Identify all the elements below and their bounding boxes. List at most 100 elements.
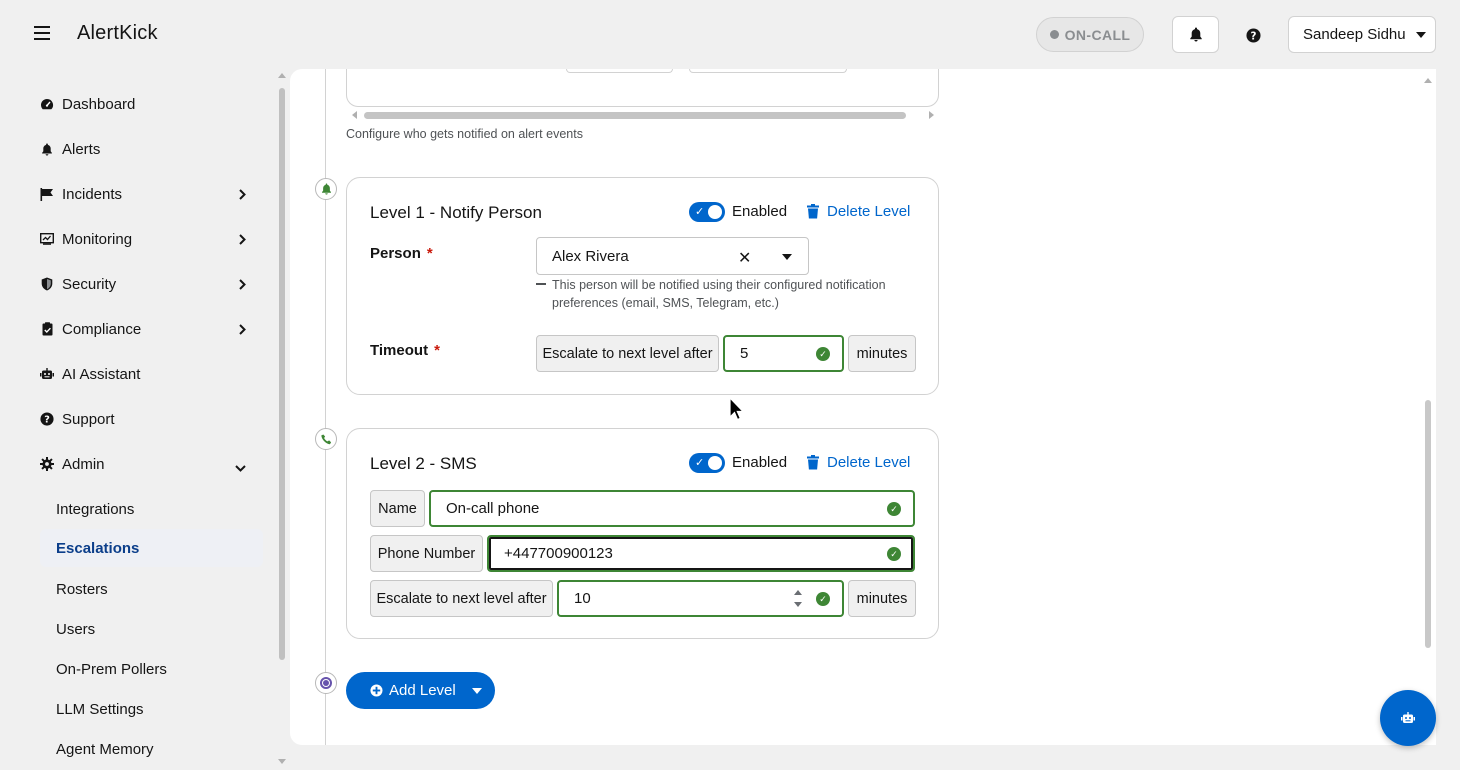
level-2-delete-button[interactable]: Delete Level (807, 454, 910, 471)
spin-down-icon[interactable] (794, 602, 802, 607)
flag-icon (40, 187, 54, 201)
oncall-status-badge[interactable]: ON-CALL (1036, 17, 1144, 52)
check-circle-icon: ✓ (887, 547, 901, 561)
robot-icon (1401, 712, 1415, 723)
chevron-down-icon (235, 459, 246, 476)
shield-icon (40, 277, 54, 291)
sidebar-item-monitoring[interactable]: Monitoring (40, 220, 264, 258)
horizontal-scrollbar-thumb[interactable] (364, 112, 906, 119)
check-icon: ✓ (695, 457, 705, 469)
sidebar-item-ai-assistant[interactable]: AI Assistant (40, 355, 264, 393)
name-input[interactable]: On-call phone ✓ (429, 490, 915, 527)
sidebar-subitem-integrations[interactable]: Integrations (40, 490, 263, 528)
plus-circle-icon (370, 684, 383, 697)
chevron-right-icon (239, 232, 246, 249)
level-1-delete-button[interactable]: Delete Level (807, 203, 910, 220)
hamburger-menu-icon[interactable] (34, 26, 50, 42)
level-1-title: Level 1 - Notify Person (370, 203, 542, 222)
level-1-enabled-label: Enabled (732, 203, 788, 220)
sidebar-item-dashboard[interactable]: Dashboard (40, 85, 264, 123)
level-2-card: Level 2 - SMS ✓ Enabled Delete Level Nam… (346, 428, 939, 639)
caret-down-icon[interactable] (782, 254, 792, 260)
escalate-minutes-input[interactable]: 10 ✓ (557, 580, 844, 617)
sidebar-scrollbar-thumb[interactable] (279, 88, 285, 660)
name-prefix-addon: Name (370, 490, 425, 527)
gear-icon (40, 457, 54, 471)
timeline-end-icon (315, 672, 337, 694)
bell-icon (1189, 27, 1202, 42)
user-menu-button[interactable]: Sandeep Sidhu (1288, 16, 1436, 53)
config-note: Configure who gets notified on alert eve… (346, 127, 583, 141)
monitor-icon (40, 232, 54, 246)
level-1-enabled-toggle[interactable]: ✓ (689, 202, 725, 222)
main-content: Configure who gets notified on alert eve… (290, 69, 1436, 745)
trash-icon (807, 455, 819, 470)
level-2-enabled-toggle[interactable]: ✓ (689, 453, 725, 473)
person-label: Person * (370, 245, 433, 262)
clipboard-check-icon (40, 322, 54, 336)
timeout-input-value: 5 (740, 345, 749, 362)
trash-icon (807, 204, 819, 219)
check-circle-icon: ✓ (887, 502, 901, 516)
scroll-left-arrow-icon[interactable] (352, 111, 357, 119)
ai-assistant-fab[interactable] (1380, 690, 1436, 746)
mouse-cursor-icon (729, 396, 745, 426)
sidebar-item-admin[interactable]: Admin (40, 445, 264, 483)
user-name: Sandeep Sidhu (1303, 26, 1406, 43)
escalate-prefix-addon: Escalate to next level after (370, 580, 553, 617)
check-circle-icon: ✓ (816, 592, 830, 606)
sidebar-subitem-llm-settings[interactable]: LLM Settings (40, 690, 263, 728)
phone-number-input[interactable]: +447700900123 ✓ (487, 535, 915, 572)
chevron-right-icon (239, 187, 246, 204)
scroll-right-arrow-icon[interactable] (929, 111, 934, 119)
sidebar-subitem-rosters[interactable]: Rosters (40, 570, 263, 608)
timeline-line (325, 69, 326, 745)
app-title: AlertKick (77, 22, 158, 44)
level-2-title: Level 2 - SMS (370, 454, 477, 473)
clear-icon[interactable]: ✕ (738, 248, 751, 268)
phone-number-value: +447700900123 (504, 545, 613, 562)
svg-text:?: ? (1250, 30, 1256, 42)
sidebar-item-support[interactable]: ? Support (40, 400, 264, 438)
sidebar-subitem-escalations[interactable]: Escalations (40, 529, 263, 567)
toggle-knob (708, 205, 722, 219)
check-icon: ✓ (695, 206, 705, 218)
scroll-up-arrow-icon[interactable] (278, 73, 286, 78)
scroll-up-arrow-icon[interactable] (1424, 78, 1432, 83)
person-select[interactable]: Alex Rivera ✕ (536, 237, 809, 275)
number-spinner[interactable] (794, 588, 802, 610)
main-scrollbar[interactable] (1420, 69, 1436, 745)
timeout-label: Timeout * (370, 342, 440, 359)
scroll-down-arrow-icon[interactable] (278, 759, 286, 764)
horizontal-scrollbar[interactable] (350, 109, 936, 121)
timeout-input[interactable]: 5 ✓ (723, 335, 844, 372)
caret-down-icon (471, 687, 482, 694)
sidebar-subitem-users[interactable]: Users (40, 610, 263, 648)
sidebar-scrollbar[interactable] (277, 69, 287, 770)
phone-prefix-addon: Phone Number (370, 535, 483, 572)
dash-icon (536, 283, 546, 285)
sidebar-item-alerts[interactable]: Alerts (40, 130, 264, 168)
sidebar-item-security[interactable]: Security (40, 265, 264, 303)
question-circle-icon: ? (1245, 27, 1261, 43)
app-header: AlertKick ON-CALL ? Sandeep Sidhu (0, 0, 1460, 69)
chevron-right-icon (239, 322, 246, 339)
oncall-label: ON-CALL (1064, 26, 1131, 43)
chevron-right-icon (239, 277, 246, 294)
name-input-value: On-call phone (446, 500, 540, 517)
toggle-knob (708, 456, 722, 470)
main-scrollbar-thumb[interactable] (1425, 400, 1431, 648)
add-level-button[interactable]: Add Level (346, 672, 495, 709)
sidebar-item-incidents[interactable]: Incidents (40, 175, 264, 213)
notifications-button[interactable] (1172, 16, 1219, 53)
help-button[interactable]: ? (1240, 22, 1266, 48)
field-fragment (689, 69, 847, 73)
sidebar-subitem-on-prem-pollers[interactable]: On-Prem Pollers (40, 650, 263, 688)
field-fragment (566, 69, 673, 73)
timeout-prefix-addon: Escalate to next level after (536, 335, 719, 372)
svg-text:?: ? (44, 415, 50, 426)
check-circle-icon: ✓ (816, 347, 830, 361)
sidebar-subitem-agent-memory[interactable]: Agent Memory (40, 730, 263, 768)
spin-up-icon[interactable] (794, 590, 802, 595)
sidebar-item-compliance[interactable]: Compliance (40, 310, 264, 348)
